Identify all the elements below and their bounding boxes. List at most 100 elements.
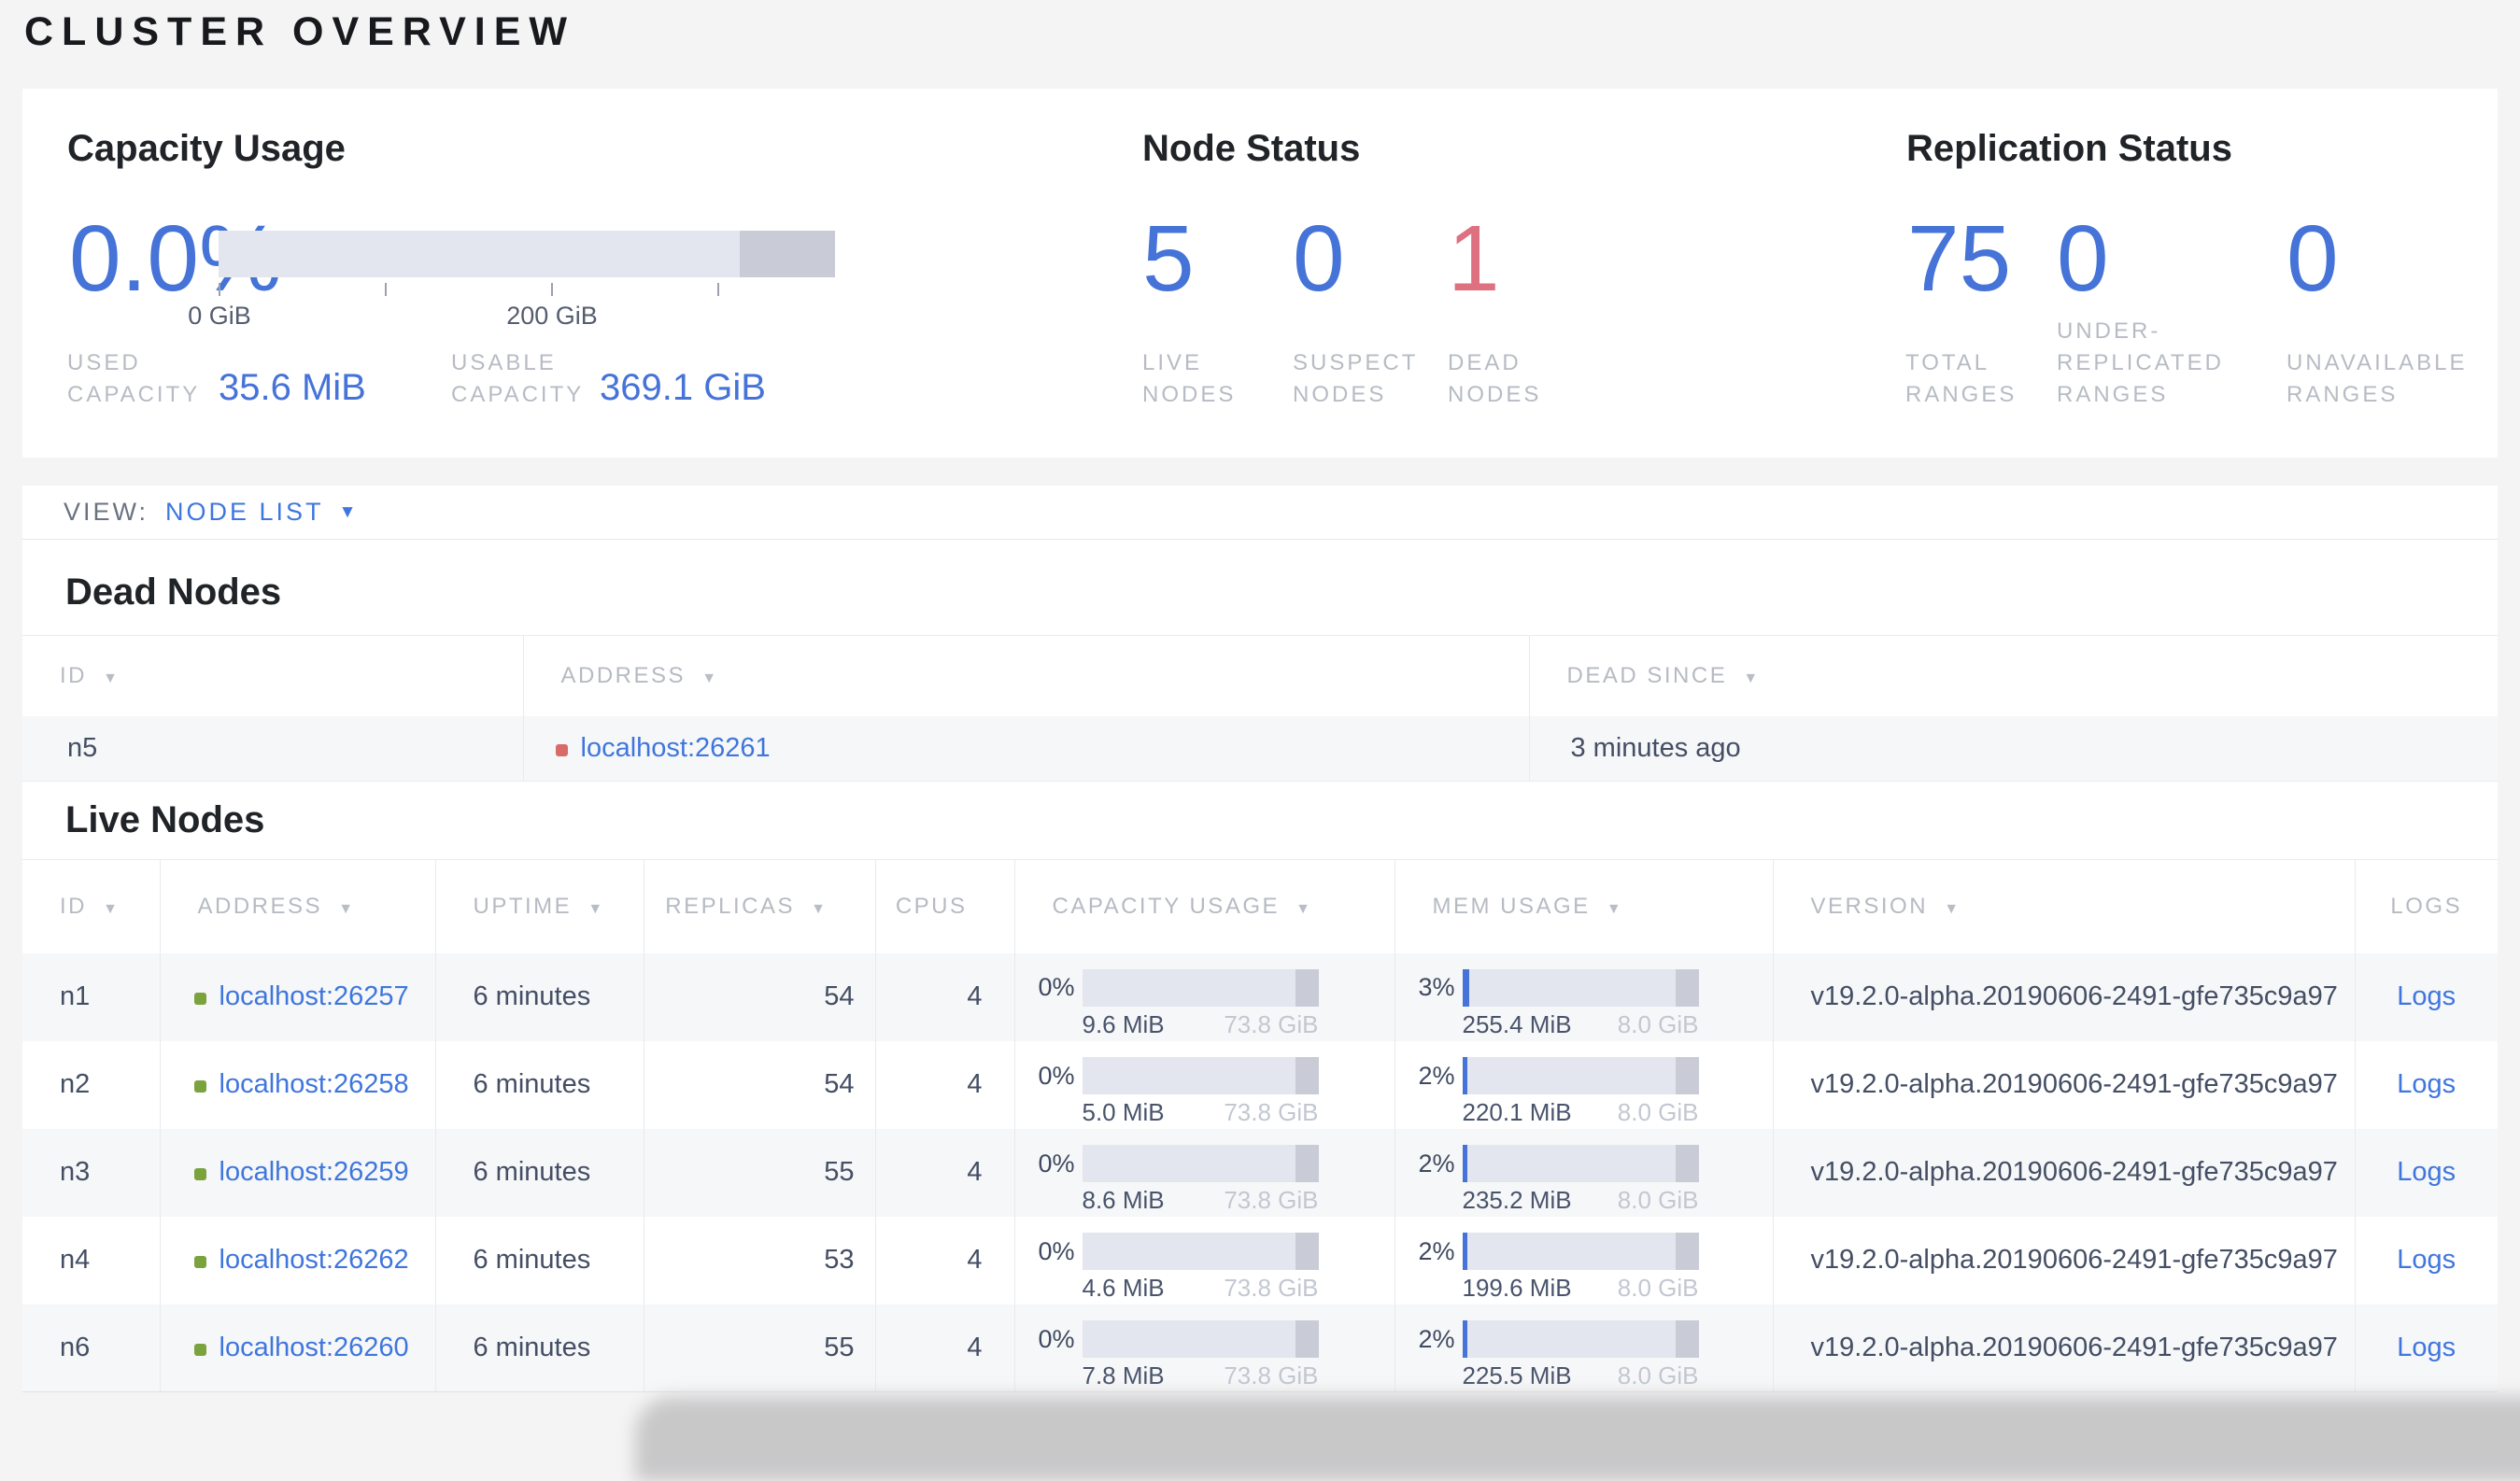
logs-link[interactable]: Logs (2397, 1069, 2456, 1099)
column-header-uptime[interactable]: UPTIME ▼ (435, 859, 644, 953)
usage-bar-endcap (1676, 1233, 1699, 1270)
column-header-mem-usage[interactable]: MEM USAGE ▼ (1394, 859, 1774, 953)
node-uptime: 6 minutes (435, 1128, 644, 1217)
node-capacity-usage-cell: 0% 5.0 MiB 73.8 GiB (1014, 1040, 1395, 1129)
usage-bar-track (1082, 968, 1319, 1007)
column-header-address[interactable]: ADDRESS ▼ (160, 859, 436, 953)
logs-link[interactable]: Logs (2397, 1245, 2456, 1275)
mem-usage-meter: 2% (1395, 1233, 1773, 1270)
usage-total-value: 73.8 GiB (1224, 1274, 1319, 1302)
view-label: VIEW: (64, 498, 149, 526)
column-header-cpus: CPUS (875, 859, 1015, 953)
node-id: n6 (22, 1304, 161, 1392)
suspect-nodes-label: SUSPECT NODES (1293, 350, 1419, 407)
usage-values: 5.0 MiB 73.8 GiB (1083, 1098, 1319, 1127)
usage-percent: 3% (1418, 973, 1455, 1001)
total-ranges-label: TOTAL RANGES (1905, 350, 2017, 407)
column-header-address[interactable]: ADDRESS ▼ (523, 635, 1530, 716)
column-header-capacity-usage[interactable]: CAPACITY USAGE ▼ (1014, 859, 1395, 953)
under-replicated-ranges-label: UNDER- REPLICATED RANGES (2057, 318, 2224, 407)
mem-usage-meter: 2% (1395, 1057, 1773, 1094)
usage-bar-track (1082, 1145, 1319, 1182)
usage-percent: 0% (1038, 1324, 1075, 1353)
under-replicated-ranges-count: 0 (2057, 206, 2109, 311)
axis-tick-label: 0 GiB (188, 302, 251, 330)
usage-total-value: 8.0 GiB (1617, 1098, 1699, 1126)
usage-values: 8.6 MiB 73.8 GiB (1083, 1186, 1319, 1215)
usage-values: 235.2 MiB 8.0 GiB (1463, 1186, 1699, 1215)
capacity-usage-bar: 0 GiB 200 GiB (188, 231, 835, 343)
column-header-replicas[interactable]: REPLICAS ▼ (644, 859, 876, 953)
usage-used-value: 9.6 MiB (1082, 1009, 1165, 1038)
sort-icon: ▼ (338, 900, 356, 917)
usable-capacity-label: USABLE CAPACITY (451, 350, 585, 407)
column-header-dead-since[interactable]: DEAD SINCE ▼ (1529, 635, 2498, 716)
usage-total-value: 73.8 GiB (1224, 1186, 1319, 1214)
node-address-link[interactable]: localhost:26261 (581, 733, 771, 763)
column-header-id[interactable]: ID ▼ (22, 859, 161, 953)
node-cpus: 4 (875, 1040, 1015, 1129)
sort-icon: ▼ (1743, 670, 1761, 686)
used-capacity-value: 35.6 MiB (219, 367, 366, 408)
cluster-summary-card: Capacity Usage Node Status Replication S… (22, 89, 2498, 458)
usage-total-value: 8.0 GiB (1617, 1361, 1699, 1389)
node-id: n4 (22, 1216, 161, 1305)
suspect-nodes-count: 0 (1293, 206, 1345, 311)
sort-icon: ▼ (811, 900, 828, 917)
node-uptime: 6 minutes (435, 1304, 644, 1392)
capacity-usage-meter: 0% (1015, 968, 1394, 1007)
node-address-link[interactable]: localhost:26258 (219, 1069, 409, 1099)
usage-percent: 0% (1038, 973, 1075, 1001)
sort-icon: ▼ (588, 900, 605, 917)
usage-percent: 0% (1038, 1149, 1075, 1178)
view-selected-value[interactable]: NODE LIST (165, 498, 324, 527)
axis-tick-label: 200 GiB (506, 302, 598, 330)
capacity-bar-axis: 0 GiB 200 GiB (188, 277, 835, 343)
axis-tick (219, 283, 220, 296)
usage-bar-track (1462, 968, 1699, 1007)
live-node-row: n3 localhost:26259 6 minutes 55 4 0% 8.6 MiB 73… (22, 1128, 2498, 1217)
usage-bar-endcap (1295, 1145, 1319, 1182)
usage-total-value: 73.8 GiB (1224, 1009, 1319, 1038)
usage-bar-endcap (1676, 1057, 1699, 1094)
sort-icon: ▼ (1295, 900, 1313, 917)
column-header-id[interactable]: ID ▼ (22, 635, 524, 716)
node-logs-cell: Logs (2355, 1304, 2498, 1392)
node-version: v19.2.0-alpha.20190606-2491-gfe735c9a97 (1773, 1040, 2356, 1129)
usage-used-value: 225.5 MiB (1462, 1361, 1572, 1389)
replication-status-heading: Replication Status (1906, 128, 2232, 169)
logs-link[interactable]: Logs (2397, 1333, 2456, 1362)
capacity-usage-meter: 0% (1015, 1057, 1394, 1094)
logs-link[interactable]: Logs (2397, 1157, 2456, 1187)
node-cpus: 4 (875, 1216, 1015, 1305)
node-address-link[interactable]: localhost:26257 (219, 981, 409, 1011)
usage-values: 220.1 MiB 8.0 GiB (1463, 1098, 1699, 1127)
page-title: CLUSTER OVERVIEW (24, 9, 575, 54)
usage-used-value: 255.4 MiB (1462, 1009, 1572, 1038)
logs-link[interactable]: Logs (2397, 981, 2456, 1011)
capacity-bar-track (219, 231, 835, 277)
view-bar: VIEW: NODE LIST ▼ (22, 486, 2498, 540)
node-mem-usage-cell: 2% 225.5 MiB 8.0 GiB (1394, 1304, 1774, 1392)
dead-status-icon (555, 743, 568, 756)
capacity-usage-meter: 0% (1015, 1233, 1394, 1270)
live-node-row: n4 localhost:26262 6 minutes 53 4 0% 4.6 MiB 73… (22, 1216, 2498, 1305)
node-address-link[interactable]: localhost:26260 (219, 1333, 409, 1362)
node-id: n3 (22, 1128, 161, 1217)
node-address-link[interactable]: localhost:26259 (219, 1157, 409, 1187)
view-selector-dropdown[interactable]: NODE LIST ▼ (165, 498, 356, 527)
column-header-logs: LOGS (2355, 859, 2498, 953)
node-logs-cell: Logs (2355, 1129, 2498, 1217)
dead-nodes-table: ID ▼ ADDRESS ▼ DEAD SINCE ▼ n5 localhost:26… (22, 635, 2498, 782)
dead-nodes-label: DEAD NODES (1448, 350, 1542, 407)
usage-percent: 2% (1418, 1061, 1455, 1090)
column-header-version[interactable]: VERSION ▼ (1773, 859, 2356, 953)
chevron-down-icon: ▼ (338, 501, 357, 522)
node-uptime: 6 minutes (435, 1040, 644, 1129)
live-nodes-table: ID ▼ ADDRESS ▼ UPTIME ▼ REPLICAS ▼ CPUS CAPAC… (22, 859, 2498, 1392)
node-logs-cell: Logs (2355, 1217, 2498, 1305)
node-mem-usage-cell: 2% 199.6 MiB 8.0 GiB (1394, 1216, 1774, 1305)
node-address-link[interactable]: localhost:26262 (219, 1245, 409, 1275)
usage-total-value: 8.0 GiB (1617, 1186, 1699, 1214)
usage-bar-fill (1462, 1320, 1467, 1358)
